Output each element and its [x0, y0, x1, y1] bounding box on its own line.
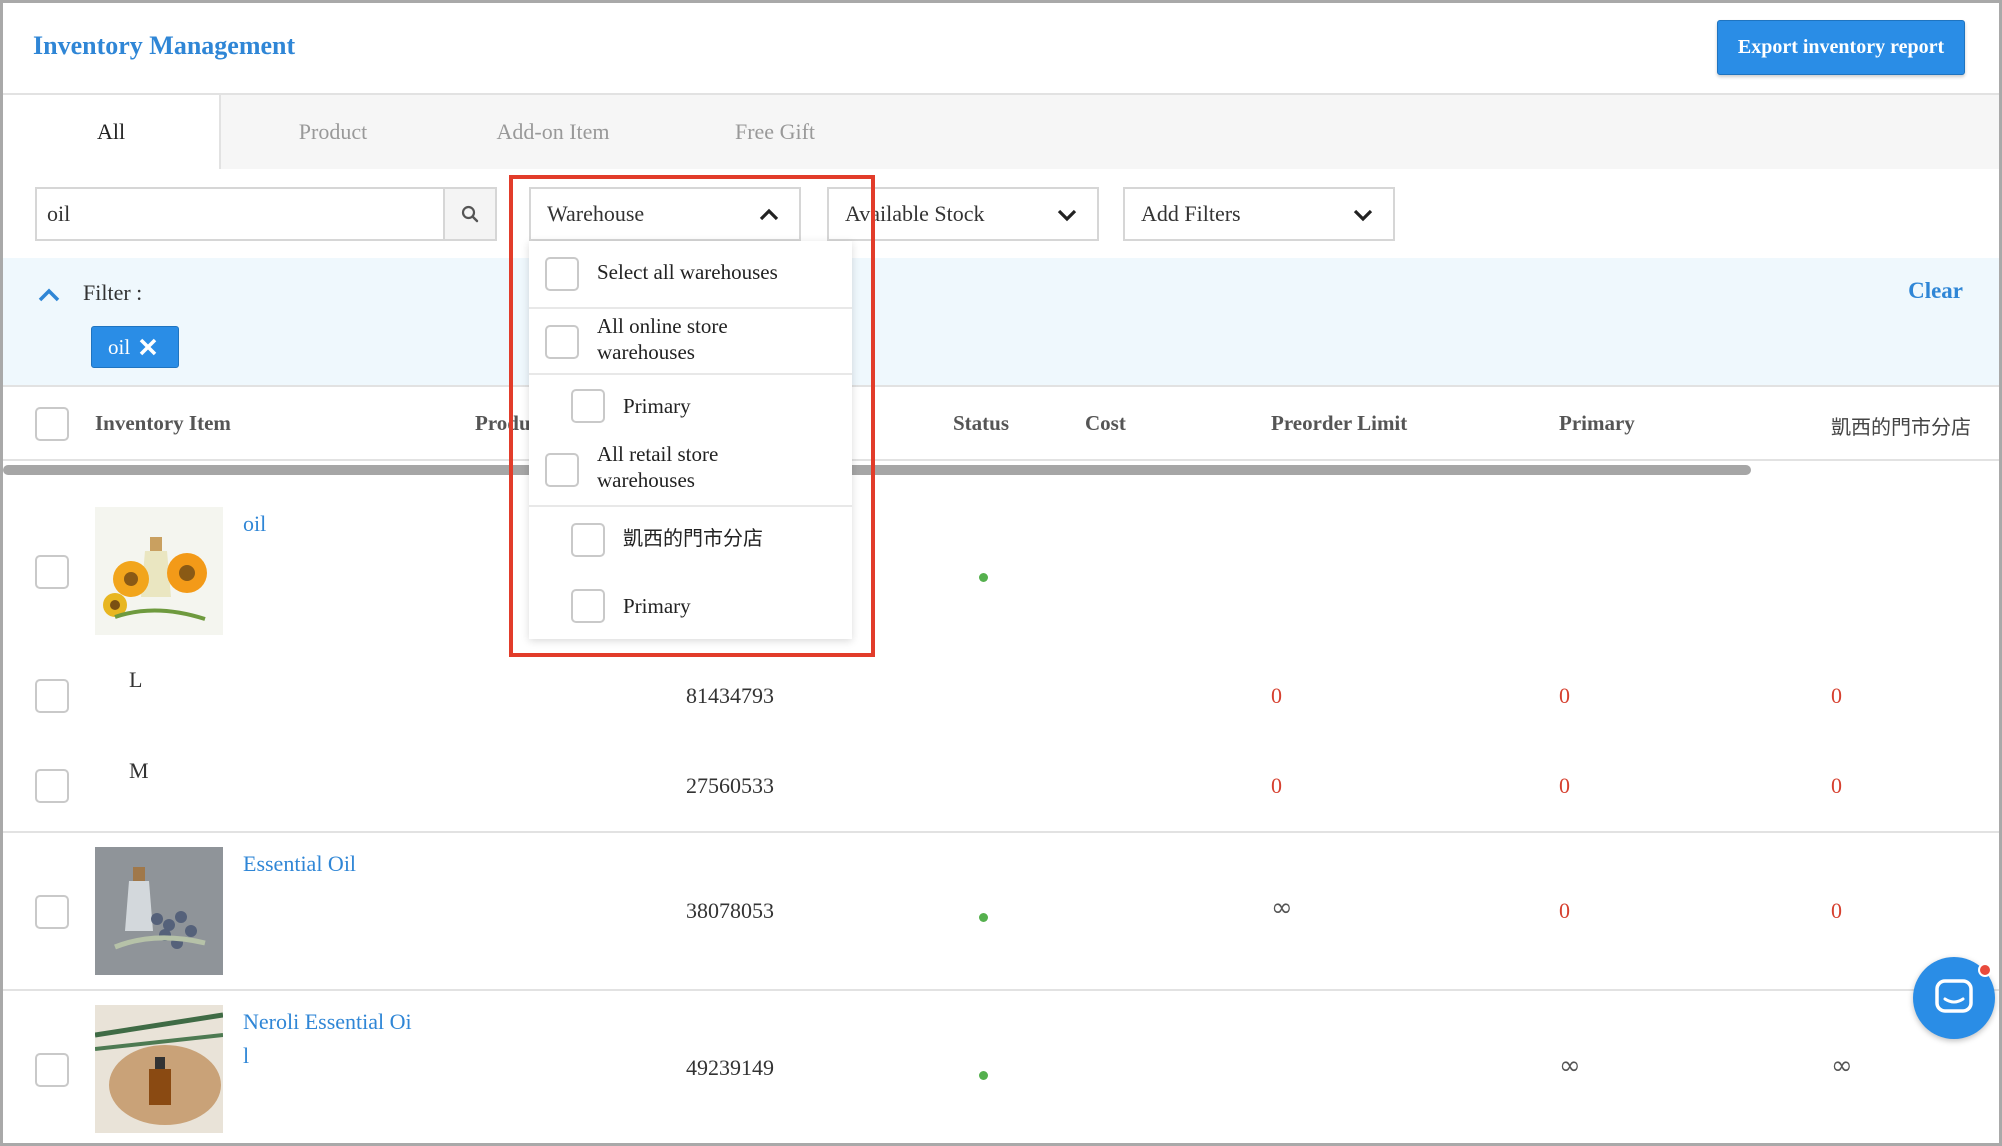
primary-stock-value[interactable]: ∞ [1559, 1051, 1581, 1081]
row-divider [3, 831, 1999, 833]
sku-value: 27560533 [686, 773, 774, 798]
primary-stock-value[interactable]: 0 [1559, 683, 1570, 709]
row-checkbox[interactable] [35, 769, 69, 803]
essential-oil-image [95, 847, 223, 975]
column-header-inventory-item[interactable]: Inventory Item [95, 411, 231, 436]
active-filter-bar: Filter : oil Clear [3, 258, 1999, 387]
search-icon [461, 205, 479, 223]
primary-stock-value[interactable]: 0 [1559, 773, 1570, 799]
search-field [35, 187, 443, 241]
tab-product[interactable]: Product [253, 95, 413, 169]
tab-free-gift[interactable]: Free Gift [695, 95, 855, 169]
add-filters-dropdown[interactable]: Add Filters [1123, 187, 1395, 241]
clear-filters-link[interactable]: Clear [1908, 278, 1963, 304]
inventory-item-link[interactable]: oil [243, 511, 266, 537]
horizontal-scrollbar[interactable] [3, 465, 1751, 475]
branch-stock-value[interactable]: 0 [1831, 898, 1842, 924]
branch-stock-value[interactable]: 0 [1831, 683, 1842, 709]
export-inventory-report-button[interactable]: Export inventory report [1717, 20, 1965, 75]
sku-value: 49239149 [686, 1055, 774, 1080]
product-thumbnail[interactable] [95, 507, 223, 635]
variant-name: M [129, 758, 149, 783]
row-checkbox[interactable] [35, 679, 69, 713]
column-header-branch-store[interactable]: 凱西的門市分店 [1831, 411, 1971, 440]
sku-value: 81434793 [686, 683, 774, 708]
variant-name: L [129, 667, 143, 692]
chevron-down-icon [1057, 209, 1077, 222]
chat-icon [1935, 979, 1973, 1013]
filter-chip[interactable]: oil [91, 326, 179, 368]
inventory-item-link-continued[interactable]: l [243, 1043, 249, 1069]
neroli-oil-image [95, 1005, 223, 1133]
app-frame: Inventory Management Export inventory re… [0, 0, 2002, 1146]
chevron-down-icon [1353, 209, 1373, 222]
preorder-limit-value[interactable]: ∞ [1271, 893, 1293, 923]
branch-stock-value[interactable]: ∞ [1831, 1051, 1853, 1081]
row-checkbox[interactable] [35, 555, 69, 589]
row-checkbox[interactable] [35, 1053, 69, 1087]
product-thumbnail[interactable] [95, 1005, 223, 1133]
primary-stock-value[interactable]: 0 [1559, 898, 1570, 924]
search-button[interactable] [443, 187, 497, 241]
preorder-limit-value[interactable]: 0 [1271, 773, 1282, 799]
status-indicator [979, 913, 988, 922]
sku-value: 38078053 [686, 898, 774, 923]
chevron-up-icon[interactable] [37, 286, 61, 304]
filter-chip-label: oil [108, 334, 131, 359]
tab-all[interactable]: All [3, 95, 221, 169]
column-header-status[interactable]: Status [953, 411, 1009, 436]
filter-label: Filter : [83, 280, 143, 305]
notification-badge [1978, 963, 1992, 977]
column-header-cost[interactable]: Cost [1085, 411, 1126, 436]
status-indicator [979, 1071, 988, 1080]
page-header: Inventory Management Export inventory re… [3, 3, 1999, 95]
row-divider [3, 989, 1999, 991]
row-checkbox[interactable] [35, 895, 69, 929]
inventory-item-link[interactable]: Essential Oil [243, 851, 356, 877]
column-header-primary[interactable]: Primary [1559, 411, 1635, 436]
search-input[interactable] [37, 189, 443, 239]
oil-flowers-image [95, 507, 223, 635]
product-thumbnail[interactable] [95, 847, 223, 975]
add-filters-dropdown-label: Add Filters [1141, 201, 1241, 226]
inventory-item-link[interactable]: Neroli Essential Oi [243, 1009, 412, 1035]
close-icon[interactable] [138, 337, 158, 357]
page-title: Inventory Management [33, 31, 296, 60]
select-all-checkbox[interactable] [35, 407, 69, 441]
column-header-preorder-limit[interactable]: Preorder Limit [1271, 411, 1407, 436]
table-header: Inventory Item Produ Status Cost Preorde… [3, 387, 1999, 461]
status-indicator [979, 573, 988, 582]
branch-stock-value[interactable]: 0 [1831, 773, 1842, 799]
tab-bar: All Product Add-on Item Free Gift [3, 95, 1999, 169]
highlight-annotation [509, 175, 875, 657]
preorder-limit-value[interactable]: 0 [1271, 683, 1282, 709]
tab-add-on-item[interactable]: Add-on Item [473, 95, 633, 169]
